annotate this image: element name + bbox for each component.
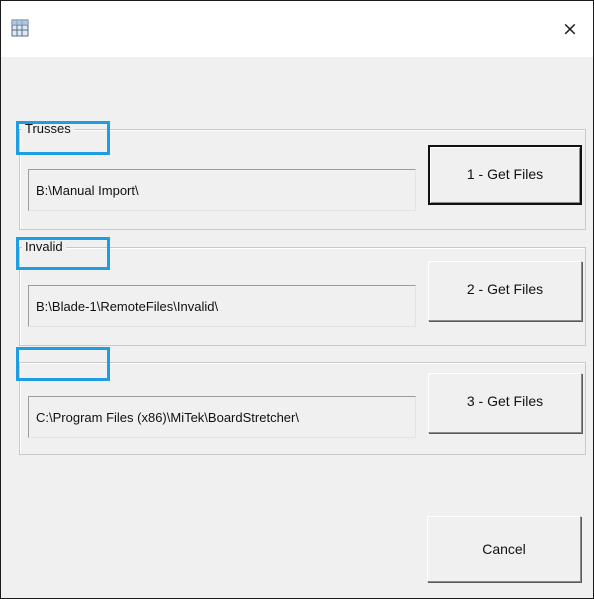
cancel-button[interactable]: Cancel <box>427 516 581 582</box>
get-files-2-button[interactable]: 2 - Get Files <box>428 261 582 321</box>
close-button[interactable]: × <box>547 1 593 57</box>
grid-window-icon <box>11 19 29 37</box>
highlight-box-unlabeled <box>16 347 110 381</box>
close-icon: × <box>562 18 578 40</box>
highlight-box-trusses <box>16 121 110 155</box>
boardstretcher-path-field[interactable]: C:\Program Files (x86)\MiTek\BoardStretc… <box>28 396 416 438</box>
get-files-1-button[interactable]: 1 - Get Files <box>428 145 582 205</box>
trusses-path-field[interactable]: B:\Manual Import\ <box>28 169 416 211</box>
title-bar: × <box>1 1 593 57</box>
invalid-path-field[interactable]: B:\Blade-1\RemoteFiles\Invalid\ <box>28 285 416 327</box>
dialog-window: × Trusses B:\Manual Import\ 1 - Get File… <box>0 0 594 599</box>
get-files-3-button[interactable]: 3 - Get Files <box>428 373 582 433</box>
highlight-box-invalid <box>16 237 110 270</box>
